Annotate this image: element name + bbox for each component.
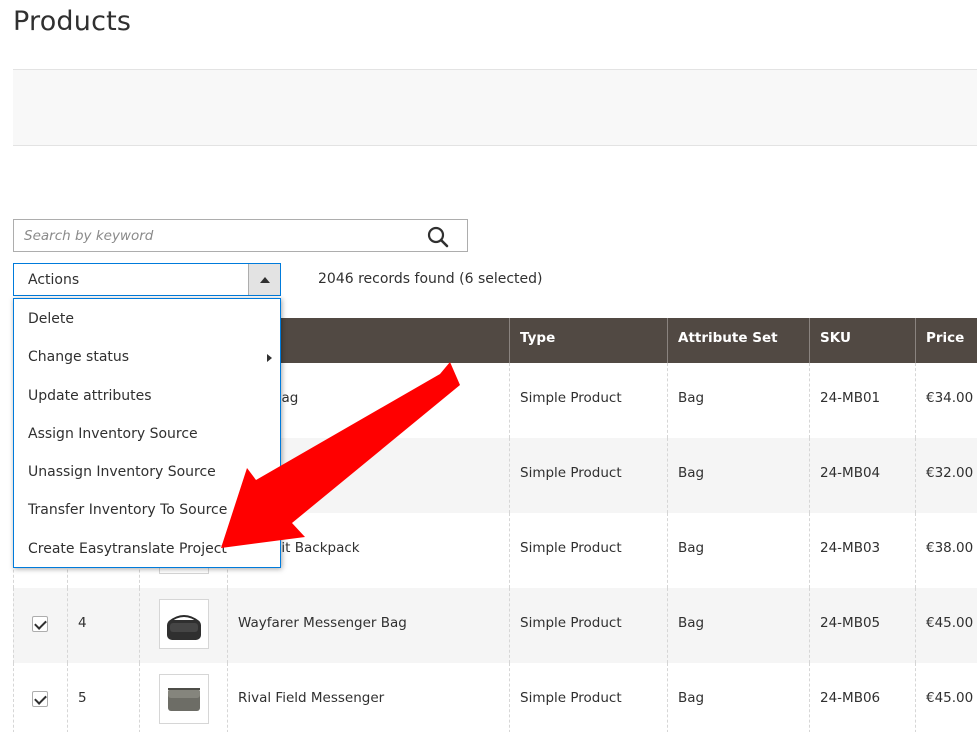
product-type: Simple Product: [509, 363, 667, 438]
attribute-set: Bag: [667, 513, 809, 588]
attribute-set: Bag: [667, 438, 809, 513]
filters-panel: [13, 69, 977, 146]
product-type: Simple Product: [509, 438, 667, 513]
product-type: Simple Product: [509, 513, 667, 588]
row-id: 5: [67, 663, 139, 732]
thumbnail-cell: [139, 588, 227, 663]
product-type: Simple Product: [509, 588, 667, 663]
product-sku: 24-MB04: [809, 438, 915, 513]
column-header-type[interactable]: Type: [509, 318, 667, 363]
actions-label: Actions: [28, 272, 80, 288]
actions-menu: Delete Change status Update attributes A…: [13, 298, 281, 568]
menu-item-change-status[interactable]: Change status: [28, 349, 278, 365]
menu-item-update-attributes[interactable]: Update attributes: [28, 388, 152, 404]
menu-item-create-easytranslate-project[interactable]: Create Easytranslate Project: [28, 541, 227, 557]
column-header-attribute-set[interactable]: Attribute Set: [667, 318, 809, 363]
column-header-sku[interactable]: SKU: [809, 318, 915, 363]
submenu-arrow-icon: [267, 354, 272, 362]
product-price: €45.00: [915, 588, 977, 663]
product-sku: 24-MB01: [809, 363, 915, 438]
product-thumbnail[interactable]: [159, 674, 209, 724]
menu-item-assign-inventory-source[interactable]: Assign Inventory Source: [28, 426, 198, 442]
column-header-price[interactable]: Price: [915, 318, 977, 363]
search-box: [13, 219, 468, 252]
product-type: Simple Product: [509, 663, 667, 732]
attribute-set: Bag: [667, 588, 809, 663]
search-input[interactable]: [14, 220, 414, 251]
actions-dropdown[interactable]: Actions: [13, 263, 281, 296]
field-messenger-image: [168, 688, 200, 711]
menu-item-unassign-inventory-source[interactable]: Unassign Inventory Source: [28, 464, 216, 480]
row-checkbox[interactable]: [32, 691, 48, 707]
records-count: 2046 records found (6 selected): [318, 271, 543, 287]
caret-up-icon[interactable]: [248, 264, 280, 295]
attribute-set: Bag: [667, 363, 809, 438]
row-select-cell: [13, 588, 67, 663]
table-row[interactable]: 5 Rival Field Messenger Simple Product B…: [13, 663, 977, 732]
product-name: Rival Field Messenger: [227, 663, 509, 732]
row-id: 4: [67, 588, 139, 663]
product-price: €32.00: [915, 438, 977, 513]
product-sku: 24-MB06: [809, 663, 915, 732]
thumbnail-cell: [139, 663, 227, 732]
product-sku: 24-MB05: [809, 588, 915, 663]
product-name: Wayfarer Messenger Bag: [227, 588, 509, 663]
attribute-set: Bag: [667, 663, 809, 732]
row-checkbox[interactable]: [32, 616, 48, 632]
product-price: €38.00: [915, 513, 977, 588]
menu-item-transfer-inventory[interactable]: Transfer Inventory To Source: [28, 502, 227, 518]
menu-item-delete[interactable]: Delete: [28, 311, 74, 327]
row-select-cell: [13, 663, 67, 732]
product-sku: 24-MB03: [809, 513, 915, 588]
menu-item-label: Change status: [28, 349, 130, 365]
messenger-bag-image: [167, 615, 201, 640]
product-price: €34.00: [915, 363, 977, 438]
product-thumbnail[interactable]: [159, 599, 209, 649]
table-row[interactable]: 4 Wayfarer Messenger Bag Simple Product …: [13, 588, 977, 663]
search-icon[interactable]: [427, 226, 449, 248]
page-title: Products: [13, 6, 132, 37]
product-price: €45.00: [915, 663, 977, 732]
